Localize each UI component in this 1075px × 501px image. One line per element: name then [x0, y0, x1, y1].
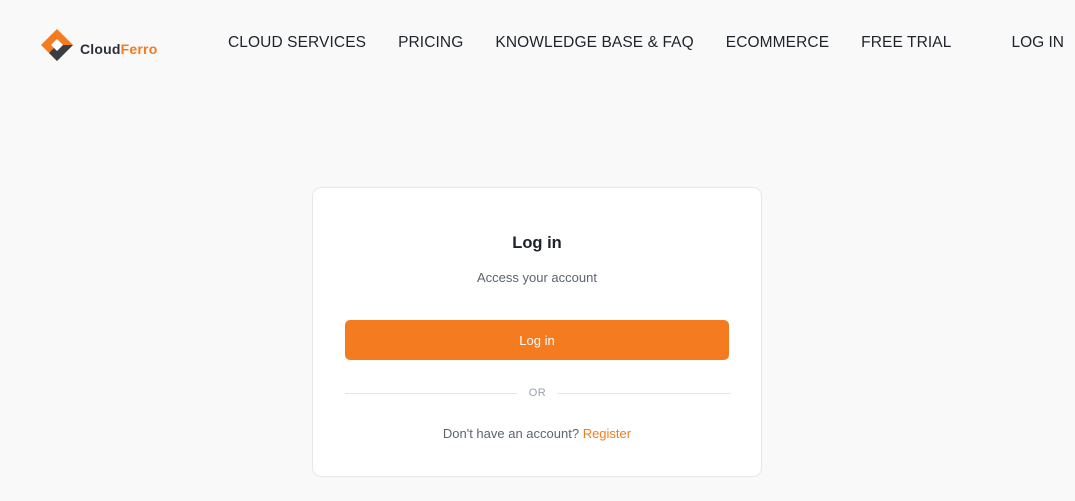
nav-item-pricing[interactable]: PRICING [398, 34, 463, 52]
register-link[interactable]: Register [583, 426, 631, 441]
cloudferro-logo-icon [41, 29, 73, 61]
divider-line-right [558, 392, 730, 394]
login-button[interactable]: Log in [345, 320, 729, 360]
divider-or-text: OR [528, 387, 547, 399]
nav-item-knowledge-base[interactable]: KNOWLEDGE BASE & FAQ [495, 34, 693, 52]
nav-item-free-trial[interactable]: FREE TRIAL [861, 34, 951, 52]
nav-item-ecommerce[interactable]: ECOMMERCE [726, 34, 829, 52]
top-navigation-bar: CloudFerro CLOUD SERVICES PRICING KNOWLE… [0, 0, 1075, 88]
register-row: Don't have an account? Register [313, 426, 761, 441]
main-nav: CLOUD SERVICES PRICING KNOWLEDGE BASE & … [228, 34, 951, 52]
logo-text-cloud: Cloud [80, 41, 121, 57]
divider-line-left [345, 392, 517, 394]
or-divider: OR [345, 385, 730, 401]
nav-item-cloud-services[interactable]: CLOUD SERVICES [228, 34, 366, 52]
header-login-link[interactable]: LOG IN [1011, 34, 1064, 52]
logo-wordmark: CloudFerro [80, 33, 157, 57]
login-title: Log in [512, 234, 562, 252]
logo-text-ferro: Ferro [120, 41, 158, 57]
login-subtitle: Access your account [477, 270, 597, 285]
register-prompt: Don't have an account? [442, 426, 583, 441]
cloudferro-logo[interactable]: CloudFerro [40, 27, 170, 63]
login-card: Log in Access your account Log in OR Don… [312, 187, 762, 477]
